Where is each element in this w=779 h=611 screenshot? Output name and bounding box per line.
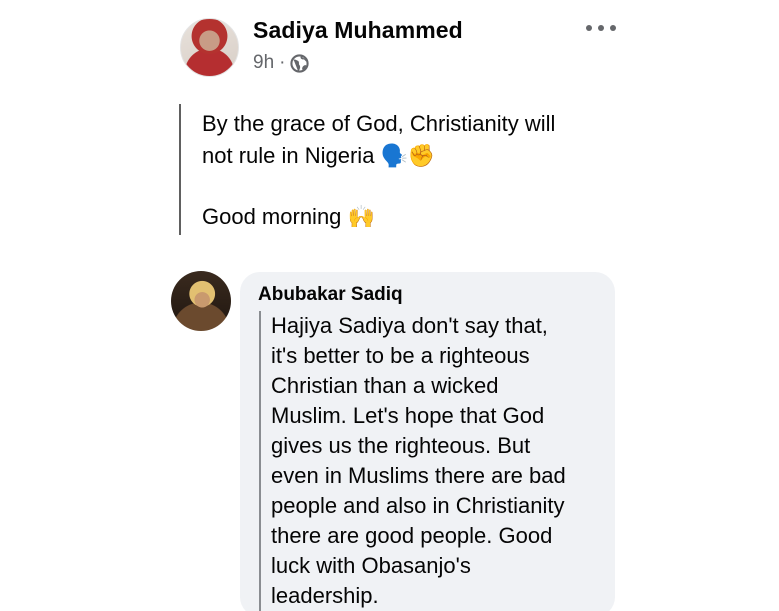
post-text-line-3: Good morning 🙌 [202,204,375,229]
post-text-line-1: By the grace of God, Christianity will [202,111,556,136]
post-timestamp[interactable]: 9h [253,52,274,74]
commenter-name[interactable]: Abubakar Sadiq [258,284,403,306]
post-meta: 9h · [253,52,310,74]
more-horizontal-icon[interactable] [586,20,616,36]
comment-line-2: it's better to be a righteous [271,343,530,368]
commenter-avatar[interactable] [171,271,231,331]
comment-line-4: Muslim. Let's hope that God [271,403,545,428]
comment-line-5: gives us the righteous. But [271,433,531,458]
comment-line-3: Christian than a wicked [271,373,499,398]
comment-line-6: even in Muslims there are bad [271,463,566,488]
comment-line-7: people and also in Christianity [271,493,565,518]
comment-line-1: Hajiya Sadiya don't say that, [271,313,548,338]
meta-separator: · [279,52,286,73]
comment-line-8: there are good people. Good [271,523,553,548]
comment-line-9: luck with Obasanjo's [271,553,471,578]
globe-icon[interactable] [290,53,310,73]
post-body: By the grace of God, Christianity will n… [179,104,609,235]
comment-text: Hajiya Sadiya don't say that, it's bette… [259,311,599,611]
post-author-name[interactable]: Sadiya Muhammed [253,17,463,44]
facebook-post-screenshot: Sadiya Muhammed 9h · By the grace of God… [0,0,779,611]
post-text-line-2: not rule in Nigeria 🗣️✊ [202,143,436,168]
comment-line-10: leadership. [271,583,379,608]
author-avatar[interactable] [180,18,239,77]
